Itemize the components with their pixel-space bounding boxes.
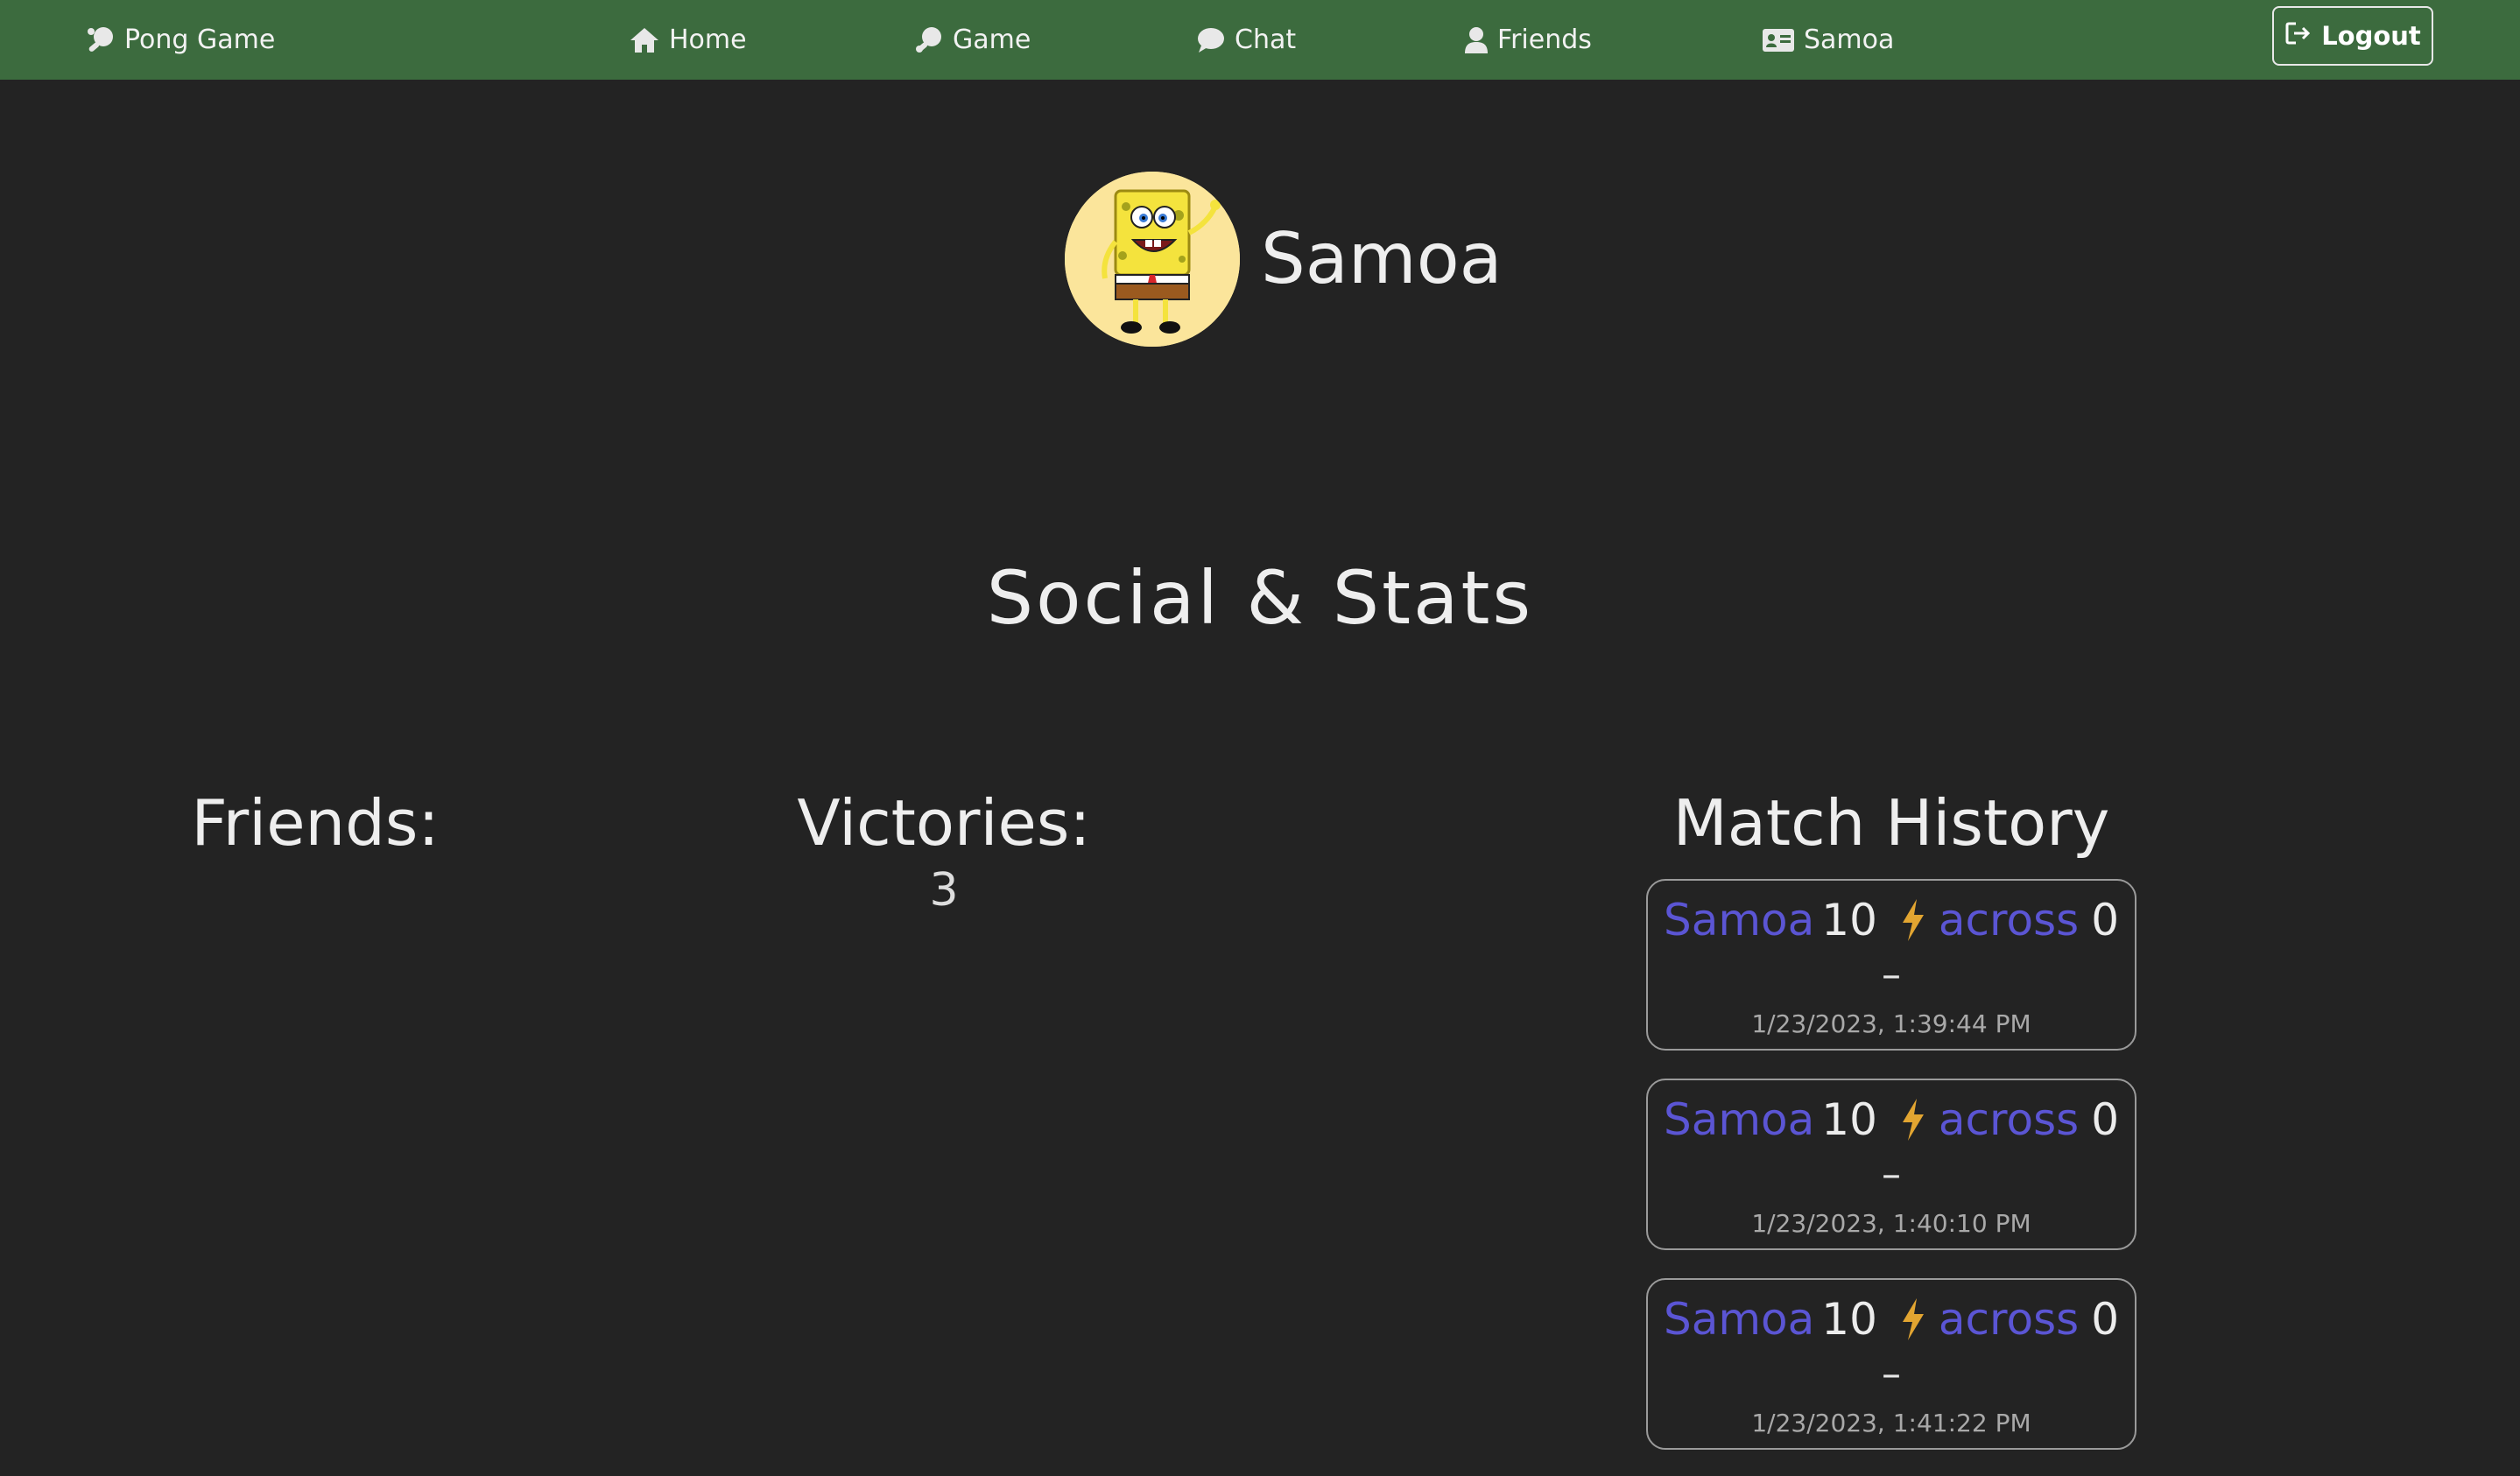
nav-chat[interactable]: Chat bbox=[1196, 0, 1296, 80]
logout-label: Logout bbox=[2321, 21, 2421, 51]
opponent-name[interactable]: across bbox=[1939, 1089, 2079, 1150]
logout-icon bbox=[2284, 21, 2312, 52]
home-icon bbox=[629, 26, 660, 54]
opponent-score: 0 bbox=[2091, 1294, 2120, 1345]
chat-bubble-icon bbox=[1196, 26, 1226, 54]
match-date: 1/23/2023, 1:41:22 PM bbox=[1751, 1409, 2031, 1437]
player-score: 10 bbox=[1821, 1094, 1877, 1145]
player-name[interactable]: Samoa bbox=[1664, 1089, 1814, 1150]
match-card: Samoa 10 across 0 – 1/23/2023, 1:41:22 P… bbox=[1646, 1278, 2136, 1450]
nav-game-label: Game bbox=[953, 25, 1031, 55]
user-icon bbox=[1464, 26, 1489, 54]
nav-home[interactable]: Home bbox=[629, 0, 747, 80]
match-card: Samoa 10 across 0 – 1/23/2023, 1:40:10 P… bbox=[1646, 1079, 2136, 1250]
victories-count: 3 bbox=[929, 864, 959, 917]
player-name[interactable]: Samoa bbox=[1664, 889, 1814, 951]
opponent-score: 0 bbox=[2091, 1094, 2120, 1145]
player-score: 10 bbox=[1821, 895, 1877, 945]
match-date: 1/23/2023, 1:39:44 PM bbox=[1751, 1009, 2031, 1038]
match-result: Samoa 10 across 0 bbox=[1648, 1289, 2135, 1350]
lightning-icon bbox=[1900, 898, 1926, 942]
match-date: 1/23/2023, 1:40:10 PM bbox=[1751, 1209, 2031, 1238]
opponent-score: 0 bbox=[2091, 895, 2120, 945]
avatar bbox=[1065, 172, 1240, 347]
ping-pong-icon bbox=[86, 25, 116, 55]
nav-chat-label: Chat bbox=[1235, 25, 1297, 55]
nav-profile-label: Samoa bbox=[1804, 25, 1895, 55]
top-navbar: Pong Game Home Game Chat Friends Samoa L… bbox=[0, 0, 2520, 80]
nav-profile[interactable]: Samoa bbox=[1762, 0, 1894, 80]
victories-heading: Victories: bbox=[797, 786, 1091, 860]
match-separator: – bbox=[1882, 1352, 1901, 1396]
match-result: Samoa 10 across 0 bbox=[1648, 1089, 2135, 1150]
match-history-heading: Match History bbox=[1672, 786, 2110, 860]
lightning-icon bbox=[1900, 1297, 1926, 1341]
id-card-icon bbox=[1762, 27, 1795, 53]
brand-label: Pong Game bbox=[124, 25, 276, 55]
player-score: 10 bbox=[1821, 1294, 1877, 1345]
spongebob-avatar bbox=[1065, 172, 1240, 347]
match-result: Samoa 10 across 0 bbox=[1648, 889, 2135, 951]
player-name[interactable]: Samoa bbox=[1664, 1289, 1814, 1350]
logout-button[interactable]: Logout bbox=[2272, 6, 2433, 66]
friends-heading: Friends: bbox=[191, 786, 440, 860]
ping-pong-icon bbox=[914, 25, 944, 55]
opponent-name[interactable]: across bbox=[1939, 889, 2079, 951]
nav-game[interactable]: Game bbox=[914, 0, 1031, 80]
match-separator: – bbox=[1882, 952, 1901, 997]
nav-friends[interactable]: Friends bbox=[1464, 0, 1592, 80]
nav-home-label: Home bbox=[669, 25, 747, 55]
match-card: Samoa 10 across 0 – 1/23/2023, 1:39:44 P… bbox=[1646, 879, 2136, 1051]
nav-friends-label: Friends bbox=[1497, 25, 1592, 55]
match-separator: – bbox=[1882, 1152, 1901, 1197]
brand-link[interactable]: Pong Game bbox=[86, 0, 275, 80]
section-title: Social & Stats bbox=[986, 555, 1534, 641]
profile-username: Samoa bbox=[1261, 218, 1503, 299]
opponent-name[interactable]: across bbox=[1939, 1289, 2079, 1350]
lightning-icon bbox=[1900, 1098, 1926, 1142]
